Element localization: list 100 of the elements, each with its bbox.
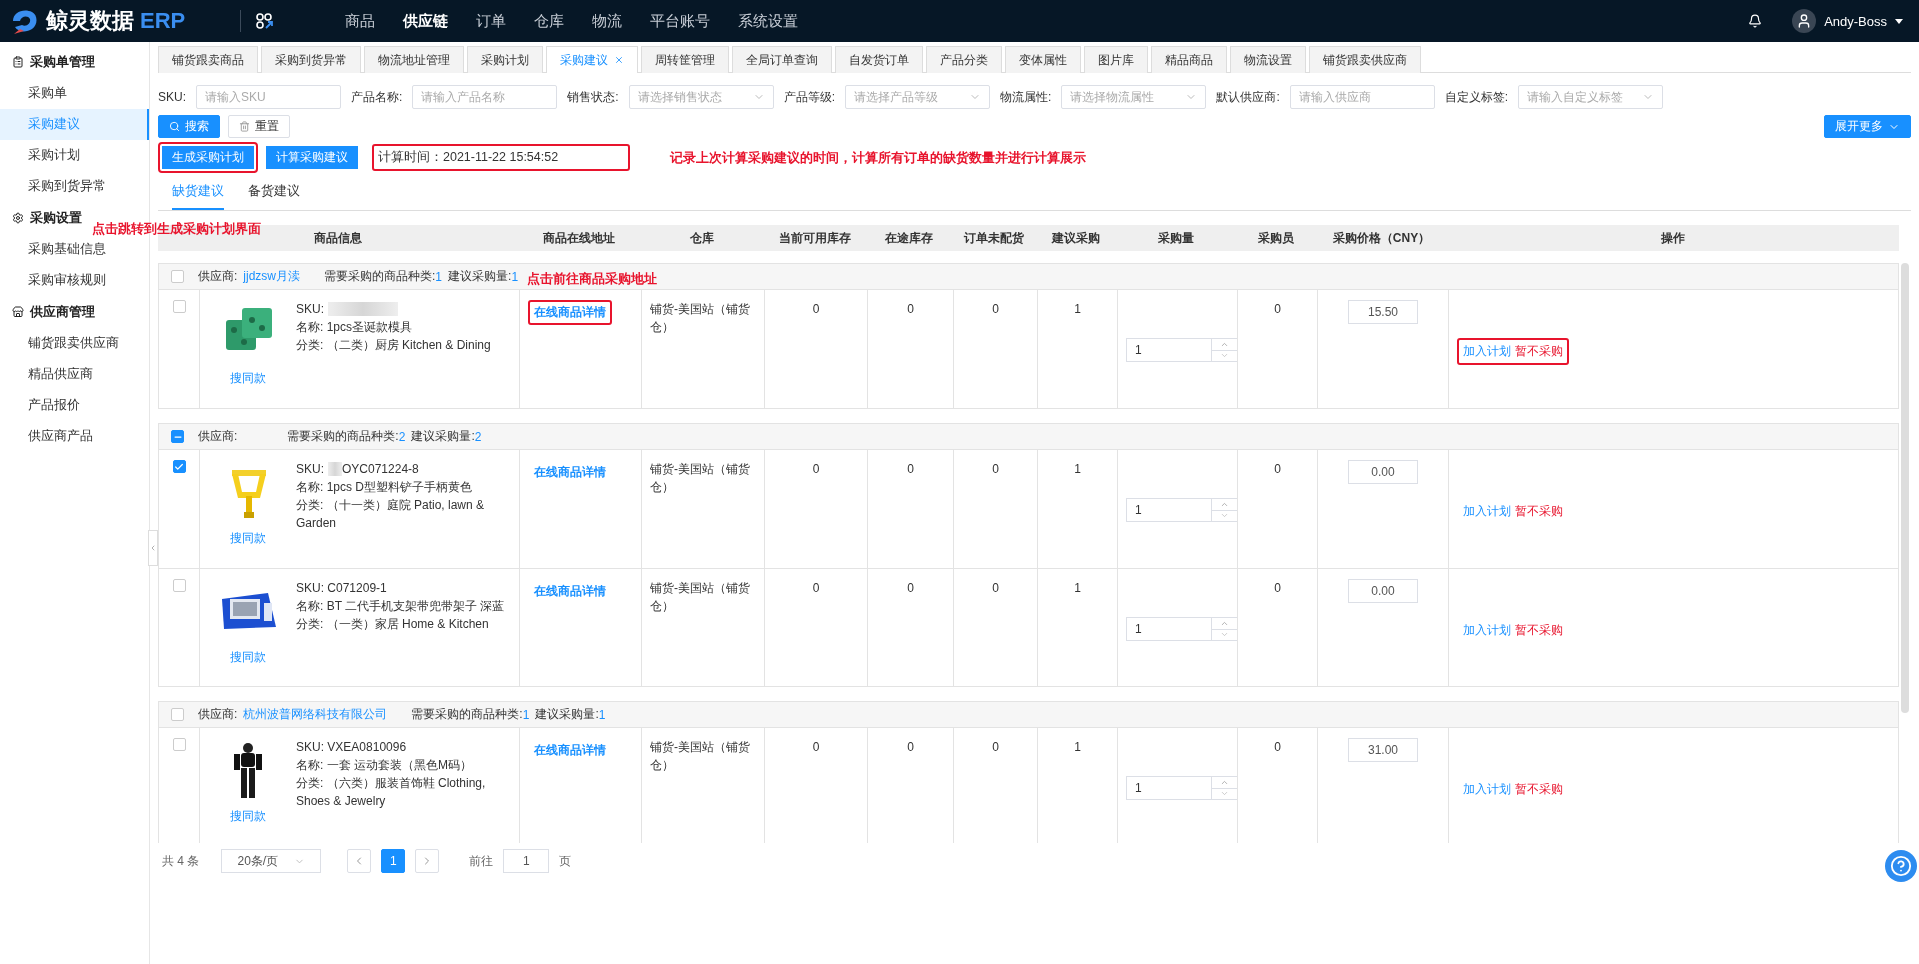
skip-purchase-link[interactable]: 暂不采购 (1515, 503, 1563, 520)
table-cell-text: 0 (1274, 739, 1281, 756)
previous-page-button[interactable] (347, 849, 372, 873)
sku-text: SKU: (296, 301, 324, 318)
total-count: 共 4 条 (162, 852, 200, 870)
tab[interactable]: 产品分类 (926, 46, 1002, 73)
warehouse-text: 铺货-美国站（铺货仓） (650, 301, 751, 336)
nav-item[interactable]: 供应链 (403, 11, 448, 31)
store-icon (12, 306, 24, 318)
checkbox[interactable] (171, 430, 184, 443)
tab[interactable]: 精品商品 (1151, 46, 1227, 73)
tab[interactable]: 采购到货异常 (261, 46, 361, 73)
checkbox[interactable] (172, 738, 186, 751)
nav-item[interactable]: 订单 (476, 11, 506, 31)
sidebar-item[interactable]: 铺货跟卖供应商 (0, 328, 149, 359)
quantity-stepper[interactable]: 1 (1126, 617, 1238, 641)
tab[interactable]: 采购计划 (467, 46, 543, 73)
sidebar-item[interactable]: 产品报价 (0, 390, 149, 421)
table-cell-text: 0 (907, 739, 914, 756)
page-input[interactable]: 1 (503, 849, 550, 873)
checkbox[interactable] (172, 579, 186, 592)
sidebar-group-title: 供应商管理 (30, 303, 95, 321)
search-icon (169, 121, 180, 132)
qty-count: 1 (511, 269, 519, 284)
price-field[interactable]: 15.50 (1348, 300, 1418, 324)
column-header: 采购量 (1158, 229, 1194, 247)
table-cell-text: 0 (907, 580, 914, 597)
kinds-count: 1 (522, 707, 530, 722)
sidebar-group-title: 采购设置 (30, 209, 82, 227)
sidebar-item[interactable]: 采购单 (0, 78, 149, 109)
goto-label: 前往 (469, 852, 494, 870)
quantity-stepper[interactable]: 1 (1126, 498, 1238, 522)
scrollbar[interactable] (1901, 263, 1909, 713)
product-name: 名称: 1pcs D型塑料铲子手柄黄色 (296, 479, 473, 496)
nav-item[interactable]: 系统设置 (738, 11, 798, 31)
tab[interactable]: 全局订单查询 (732, 46, 832, 73)
tab[interactable]: 周转筐管理 (641, 46, 729, 73)
checkbox[interactable] (171, 708, 184, 721)
nav-item[interactable]: 商品 (345, 11, 375, 31)
price-field[interactable]: 0.00 (1348, 579, 1418, 603)
sub-tab[interactable]: 备货建议 (248, 177, 300, 210)
help-button[interactable] (1885, 850, 1917, 882)
sidebar-item[interactable]: 精品供应商 (0, 359, 149, 390)
caret-icon[interactable] (1895, 18, 1903, 24)
checkbox[interactable] (171, 270, 184, 283)
tab[interactable]: 铺货跟卖商品 (158, 46, 258, 73)
user-name[interactable]: Andy-Boss (1824, 13, 1887, 29)
filter-label: SKU: (158, 90, 186, 104)
sku-value: OYC071224-8 (342, 461, 419, 478)
table-cell-text: 0 (907, 301, 914, 318)
table-cell-text: 0 (992, 461, 999, 478)
supplier-label: 供应商: (198, 268, 238, 285)
reset-button[interactable]: 重置 (228, 115, 290, 138)
quantity-stepper[interactable]: 1 (1126, 338, 1238, 362)
price-field[interactable]: 0.00 (1348, 460, 1418, 484)
tab[interactable]: 铺货跟卖供应商 (1309, 46, 1421, 73)
table-cell-text: 0 (907, 461, 914, 478)
kinds-count: 2 (398, 429, 406, 444)
page-size-select[interactable]: 20条/页 (221, 849, 322, 873)
column-header: 商品信息 (314, 229, 362, 247)
close-icon[interactable] (614, 55, 624, 65)
avatar-icon[interactable] (1792, 9, 1817, 33)
collapse-handle[interactable] (148, 530, 158, 566)
column-header: 在途库存 (885, 229, 933, 247)
price-field[interactable]: 31.00 (1348, 738, 1418, 762)
tab[interactable]: 物流地址管理 (364, 46, 464, 73)
calc-time: 计算时间：2021-11-22 15:54:52 (372, 144, 631, 171)
sidebar-item[interactable]: 采购计划 (0, 140, 149, 171)
tab[interactable]: 物流设置 (1230, 46, 1306, 73)
next-page-button[interactable] (415, 849, 440, 873)
tab[interactable]: 自发货订单 (835, 46, 923, 73)
filter-label: 默认供应商: (1216, 88, 1280, 106)
tab[interactable]: 图片库 (1084, 46, 1148, 73)
kinds-count: 1 (435, 269, 443, 284)
nav-item[interactable]: 物流 (592, 11, 622, 31)
product-name: 名称: 1pcs圣诞款模具 (296, 319, 413, 336)
quantity-stepper[interactable]: 1 (1126, 776, 1238, 800)
table-cell-text: 0 (812, 580, 820, 597)
filter-label: 自定义标签: (1444, 88, 1509, 106)
sidebar-item[interactable]: 采购到货异常 (0, 171, 149, 202)
checkbox[interactable] (172, 460, 186, 473)
kinds-label: 需要采购的商品种类: (411, 706, 523, 723)
sidebar-item[interactable]: 采购审核规则 (0, 265, 149, 296)
qty-label: 建议采购量: (411, 428, 475, 445)
skip-purchase-link[interactable]: 暂不采购 (1515, 622, 1563, 639)
table-cell-text: 0 (812, 461, 820, 478)
filter-label: 产品等级: (783, 88, 836, 106)
nav-item[interactable]: 仓库 (534, 11, 564, 31)
dots-logo-icon (255, 12, 275, 30)
warehouse-text: 铺货-美国站（铺货仓） (650, 580, 751, 615)
skip-purchase-link[interactable]: 暂不采购 (1515, 781, 1563, 798)
skip-purchase-link[interactable]: 暂不采购 (1515, 343, 1563, 360)
annotation-note: 点击前往商品采购地址 (527, 270, 657, 288)
tab[interactable]: 变体属性 (1005, 46, 1081, 73)
checkbox[interactable] (172, 300, 186, 313)
nav-item[interactable]: 平台账号 (650, 11, 710, 31)
sidebar-item[interactable]: 供应商产品 (0, 421, 149, 452)
sku-text: SKU: VXEA0810096 (296, 739, 407, 756)
sku-text: SKU: C071209-1 (296, 580, 387, 597)
bell-icon[interactable] (1748, 14, 1763, 28)
